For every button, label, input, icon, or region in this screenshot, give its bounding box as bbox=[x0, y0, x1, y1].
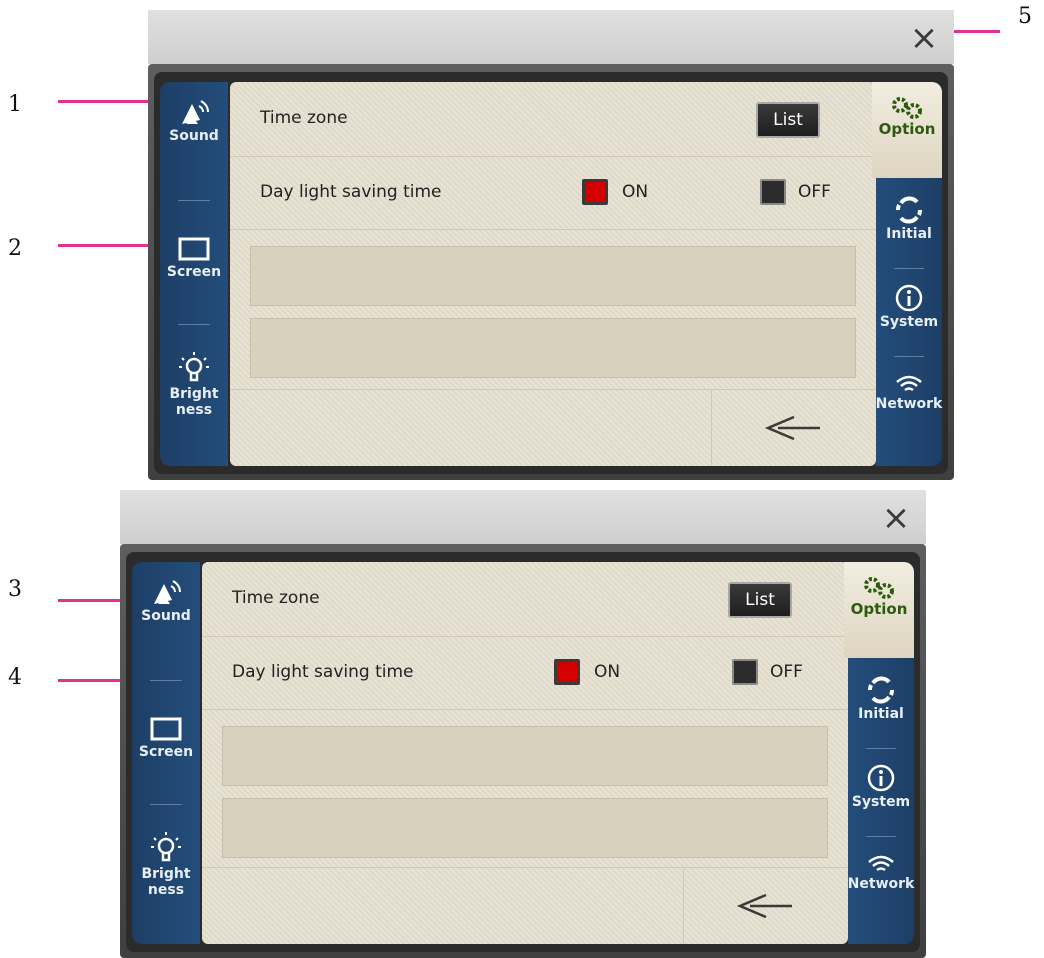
nav-sound-label: Sound bbox=[141, 608, 191, 624]
left-nav: Sound Screen Bright ness bbox=[160, 82, 228, 466]
dst-off-checkbox[interactable] bbox=[732, 659, 758, 685]
nav-screen-label: Screen bbox=[138, 744, 194, 760]
nav-separator bbox=[150, 804, 182, 805]
nav-screen-label: Screen bbox=[166, 264, 222, 280]
content-area: Time zone List Day light saving time ON … bbox=[202, 562, 848, 944]
nav-separator bbox=[866, 836, 896, 837]
close-button[interactable]: × bbox=[874, 496, 918, 540]
left-nav: Sound Screen Bright ness bbox=[132, 562, 200, 944]
speaker-icon bbox=[154, 580, 181, 604]
nav-initial[interactable]: Initial bbox=[876, 194, 942, 242]
dst-row: Day light saving time ON OFF bbox=[202, 637, 848, 710]
refresh-icon bbox=[868, 676, 894, 704]
back-arrow-icon bbox=[736, 893, 792, 919]
nav-sound[interactable]: Sound bbox=[160, 98, 228, 144]
nav-brightness[interactable]: Bright ness bbox=[160, 350, 228, 418]
nav-option-label: Option bbox=[878, 120, 936, 138]
nav-network-label: Network bbox=[847, 876, 915, 892]
nav-screen[interactable]: Screen bbox=[160, 234, 228, 280]
nav-brightness-label: Bright ness bbox=[141, 866, 191, 898]
nav-sound[interactable]: Sound bbox=[132, 578, 200, 624]
nav-option-label: Option bbox=[850, 600, 908, 618]
nav-brightness-label: Bright ness bbox=[169, 386, 219, 418]
callout-4: 4 bbox=[8, 665, 22, 690]
dst-label: Day light saving time bbox=[232, 662, 414, 682]
bulb-icon bbox=[151, 832, 181, 862]
nav-network-label: Network bbox=[875, 396, 943, 412]
nav-network[interactable]: Network bbox=[848, 852, 914, 892]
wifi-icon bbox=[868, 855, 894, 872]
content-area: Time zone List Day light saving time ON … bbox=[230, 82, 876, 466]
callout-1: 1 bbox=[8, 92, 22, 117]
time-zone-row: Time zone List bbox=[230, 82, 876, 157]
nav-screen[interactable]: Screen bbox=[132, 714, 200, 760]
dst-on-checkbox[interactable] bbox=[582, 179, 608, 205]
nav-separator bbox=[894, 268, 924, 269]
divider bbox=[202, 867, 848, 868]
screen-icon bbox=[178, 237, 210, 261]
dst-off-label: OFF bbox=[770, 662, 803, 682]
info-icon bbox=[867, 764, 895, 792]
nav-network[interactable]: Network bbox=[876, 372, 942, 412]
nav-initial[interactable]: Initial bbox=[848, 674, 914, 722]
list-button[interactable]: List bbox=[756, 102, 820, 138]
nav-separator bbox=[894, 356, 924, 357]
empty-slot bbox=[222, 798, 828, 858]
dst-on-label: ON bbox=[622, 182, 649, 202]
empty-slot bbox=[222, 726, 828, 786]
nav-brightness[interactable]: Bright ness bbox=[132, 830, 200, 898]
refresh-icon bbox=[896, 196, 922, 224]
back-button[interactable] bbox=[711, 390, 876, 466]
title-bar: × bbox=[120, 490, 926, 544]
gears-icon bbox=[892, 97, 922, 119]
wifi-icon bbox=[896, 375, 922, 392]
dst-on-checkbox[interactable] bbox=[554, 659, 580, 685]
nav-separator bbox=[866, 748, 896, 749]
nav-separator bbox=[178, 324, 210, 325]
nav-sound-label: Sound bbox=[169, 128, 219, 144]
nav-initial-label: Initial bbox=[858, 706, 904, 722]
speaker-icon bbox=[182, 100, 209, 124]
close-icon: × bbox=[909, 18, 939, 58]
time-zone-label: Time zone bbox=[232, 588, 320, 608]
settings-panel-top: × Sound Screen Bright ness Time zone Lis… bbox=[148, 10, 954, 480]
nav-system-label: System bbox=[851, 794, 911, 810]
nav-option[interactable]: Option bbox=[844, 562, 914, 658]
nav-separator bbox=[178, 200, 210, 201]
right-nav: Option Initial System Network bbox=[844, 562, 914, 944]
dst-off-checkbox[interactable] bbox=[760, 179, 786, 205]
time-zone-row: Time zone List bbox=[202, 562, 848, 637]
dst-off-label: OFF bbox=[798, 182, 831, 202]
screen-icon bbox=[150, 717, 182, 741]
callout-3: 3 bbox=[8, 577, 22, 602]
list-button[interactable]: List bbox=[728, 582, 792, 618]
nav-system[interactable]: System bbox=[876, 282, 942, 330]
settings-panel-bottom: × Sound Screen Bright ness Time zone Lis… bbox=[120, 490, 926, 958]
empty-slot bbox=[250, 246, 856, 306]
dst-on-label: ON bbox=[594, 662, 621, 682]
nav-initial-label: Initial bbox=[886, 226, 932, 242]
time-zone-label: Time zone bbox=[260, 108, 348, 128]
nav-separator bbox=[150, 680, 182, 681]
callout-2: 2 bbox=[8, 236, 22, 261]
divider bbox=[230, 389, 876, 390]
back-arrow-icon bbox=[764, 415, 820, 441]
gears-icon bbox=[864, 577, 894, 599]
close-button[interactable]: × bbox=[902, 16, 946, 60]
device-frame: Sound Screen Bright ness Time zone List … bbox=[148, 64, 954, 480]
info-icon bbox=[895, 284, 923, 312]
bulb-icon bbox=[179, 352, 209, 382]
callout-5: 5 bbox=[1018, 4, 1032, 29]
nav-system[interactable]: System bbox=[848, 762, 914, 810]
nav-option[interactable]: Option bbox=[872, 82, 942, 178]
empty-slot bbox=[250, 318, 856, 378]
right-nav: Option Initial System Network bbox=[872, 82, 942, 466]
back-button[interactable] bbox=[683, 868, 848, 944]
nav-system-label: System bbox=[879, 314, 939, 330]
dst-label: Day light saving time bbox=[260, 182, 442, 202]
device-frame: Sound Screen Bright ness Time zone List … bbox=[120, 544, 926, 958]
close-icon: × bbox=[881, 498, 911, 538]
title-bar: × bbox=[148, 10, 954, 64]
dst-row: Day light saving time ON OFF bbox=[230, 157, 876, 230]
